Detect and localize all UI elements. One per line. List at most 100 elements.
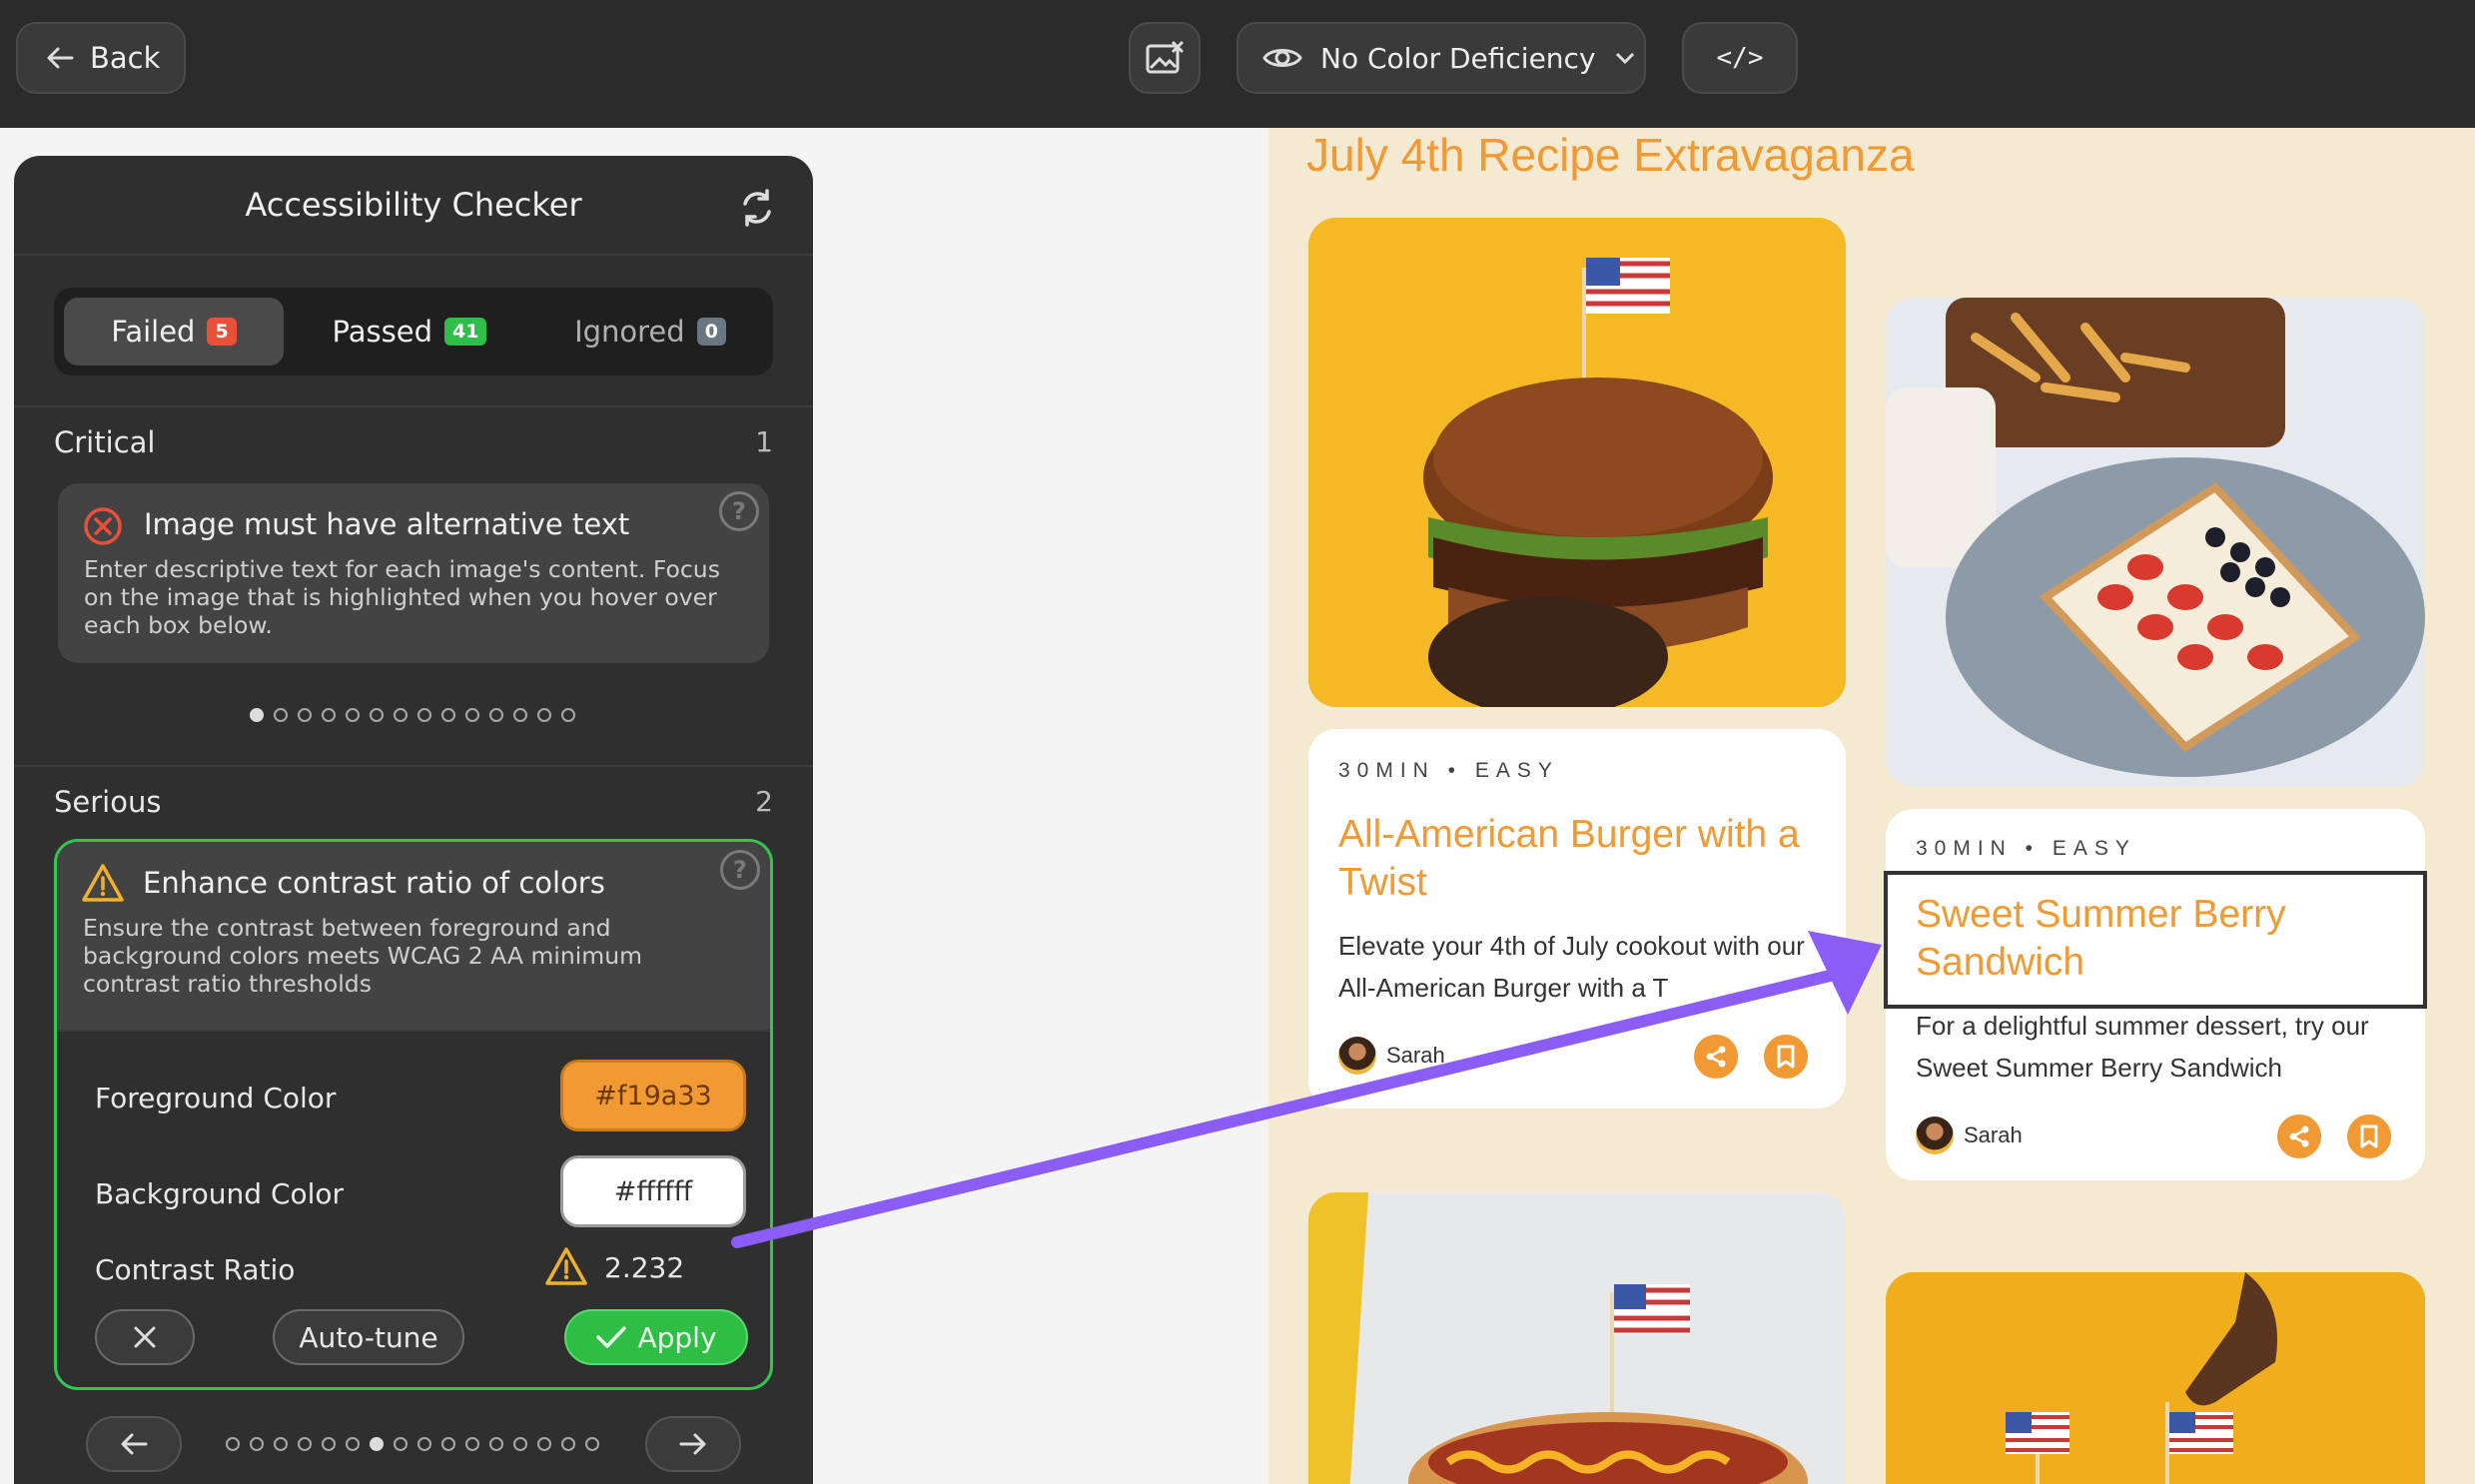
pager-dot[interactable] bbox=[274, 1437, 288, 1451]
bookmark-icon[interactable] bbox=[1764, 1035, 1808, 1079]
burger-photo[interactable] bbox=[1308, 218, 1846, 707]
pager-dot[interactable] bbox=[322, 1437, 336, 1451]
panel-title: Accessibility Checker bbox=[245, 186, 582, 224]
results-tabs: Failed 5 Passed 41 Ignored 0 bbox=[54, 288, 773, 375]
serious-pager-dots bbox=[226, 1437, 599, 1451]
image-toggle-button[interactable] bbox=[1129, 22, 1201, 94]
bookmark-icon[interactable] bbox=[2347, 1114, 2391, 1158]
site-title: July 4th Recipe Extravaganza bbox=[1306, 129, 1915, 181]
recipe-description: For a delightful summer dessert, try our… bbox=[1916, 1011, 2369, 1083]
pager-dot[interactable] bbox=[394, 1437, 408, 1451]
tab-ignored[interactable]: Ignored 0 bbox=[537, 298, 763, 366]
arrow-left-icon bbox=[47, 47, 74, 69]
pager-dot[interactable] bbox=[465, 1437, 479, 1451]
pager-dot[interactable] bbox=[441, 1437, 455, 1451]
pager-dot[interactable] bbox=[441, 708, 455, 722]
code-icon: </> bbox=[1716, 43, 1764, 73]
contrast-issue-header: Enhance contrast ratio of colors Ensure … bbox=[57, 842, 770, 1032]
berry-toast-image bbox=[1886, 298, 2425, 787]
share-icon[interactable] bbox=[2277, 1114, 2321, 1158]
contrast-issue-highlight bbox=[1884, 871, 2427, 1009]
serious-section-label: Serious bbox=[54, 785, 162, 819]
avatar bbox=[1338, 1037, 1376, 1075]
divider bbox=[14, 765, 813, 767]
serious-count: 2 bbox=[755, 785, 773, 818]
tab-failed-label: Failed bbox=[111, 315, 196, 349]
tab-failed[interactable]: Failed 5 bbox=[64, 298, 284, 366]
refresh-icon[interactable] bbox=[737, 188, 777, 228]
pager-dot[interactable] bbox=[417, 1437, 431, 1451]
error-circle-icon bbox=[84, 507, 122, 545]
recipe-card[interactable]: 30MIN • EASY All-American Burger with a … bbox=[1308, 729, 1846, 1109]
pager-dot[interactable] bbox=[561, 708, 575, 722]
hotdog-photo[interactable] bbox=[1308, 1192, 1846, 1484]
dismiss-button[interactable] bbox=[95, 1309, 195, 1365]
pager-dot[interactable] bbox=[370, 708, 384, 722]
berry-toast-photo[interactable] bbox=[1886, 298, 2425, 787]
pager-dot[interactable] bbox=[513, 1437, 527, 1451]
ignored-count-badge: 0 bbox=[696, 318, 726, 346]
previous-issue-button[interactable] bbox=[86, 1416, 182, 1472]
flags-photo[interactable] bbox=[1886, 1272, 2425, 1484]
critical-issue-title: Image must have alternative text bbox=[144, 507, 630, 541]
apply-button[interactable]: Apply bbox=[564, 1309, 748, 1365]
hotdog-image bbox=[1308, 1192, 1846, 1484]
critical-issue-description: Enter descriptive text for each image's … bbox=[84, 555, 720, 639]
image-off-icon bbox=[1146, 40, 1185, 74]
pager-dot[interactable] bbox=[298, 708, 312, 722]
pager-dot[interactable] bbox=[250, 708, 264, 722]
pager-dot[interactable] bbox=[465, 708, 479, 722]
arrow-right-icon bbox=[679, 1433, 706, 1455]
critical-pager-dots bbox=[250, 708, 575, 722]
pager-dot[interactable] bbox=[226, 1437, 240, 1451]
pager-dot[interactable] bbox=[250, 1437, 264, 1451]
back-button[interactable]: Back bbox=[16, 22, 186, 94]
share-glyph-icon bbox=[2289, 1125, 2309, 1147]
share-icon[interactable] bbox=[1694, 1035, 1738, 1079]
pager-dot[interactable] bbox=[394, 708, 408, 722]
critical-count: 1 bbox=[755, 425, 773, 458]
failed-count-badge: 5 bbox=[207, 318, 237, 346]
pager-dot[interactable] bbox=[322, 708, 336, 722]
help-icon[interactable]: ? bbox=[720, 850, 760, 890]
recipe-description: Elevate your 4th of July cookout with ou… bbox=[1338, 931, 1805, 1003]
apply-label: Apply bbox=[637, 1320, 717, 1354]
recipe-author: Sarah bbox=[1916, 1116, 2023, 1154]
color-deficiency-select[interactable]: No Color Deficiency bbox=[1237, 22, 1646, 94]
foreground-color-swatch[interactable]: #f19a33 bbox=[560, 1060, 746, 1131]
tab-ignored-label: Ignored bbox=[574, 315, 685, 349]
pager-dot[interactable] bbox=[346, 708, 360, 722]
pager-dot[interactable] bbox=[537, 708, 551, 722]
pager-dot[interactable] bbox=[561, 1437, 575, 1451]
tab-passed[interactable]: Passed 41 bbox=[300, 298, 519, 366]
flags-image bbox=[1886, 1272, 2425, 1484]
background-color-label: Background Color bbox=[95, 1177, 345, 1210]
contrast-issue-description: Ensure the contrast between foreground a… bbox=[83, 914, 642, 998]
code-view-button[interactable]: </> bbox=[1682, 22, 1798, 94]
pager-dot[interactable] bbox=[346, 1437, 360, 1451]
background-color-swatch[interactable]: #ffffff bbox=[560, 1155, 746, 1227]
warning-triangle-icon bbox=[82, 864, 124, 902]
pager-dot[interactable] bbox=[298, 1437, 312, 1451]
pager-dot[interactable] bbox=[417, 708, 431, 722]
contrast-issue-title: Enhance contrast ratio of colors bbox=[143, 866, 605, 900]
bookmark-glyph-icon bbox=[1777, 1045, 1795, 1069]
pager-dot[interactable] bbox=[513, 708, 527, 722]
next-issue-button[interactable] bbox=[645, 1416, 741, 1472]
critical-section-label: Critical bbox=[54, 425, 156, 459]
critical-issue-card[interactable]: Image must have alternative text Enter d… bbox=[58, 483, 769, 663]
chevron-down-icon bbox=[1615, 52, 1634, 65]
recipe-title[interactable]: All-American Burger with a Twist bbox=[1338, 811, 1838, 907]
help-icon[interactable]: ? bbox=[719, 491, 759, 531]
auto-tune-button[interactable]: Auto-tune bbox=[273, 1309, 464, 1365]
pager-dot[interactable] bbox=[585, 1437, 599, 1451]
arrow-left-icon bbox=[121, 1433, 148, 1455]
pager-dot[interactable] bbox=[489, 708, 503, 722]
pager-dot[interactable] bbox=[274, 708, 288, 722]
divider bbox=[14, 405, 813, 407]
recipe-meta: 30MIN • EASY bbox=[1916, 837, 2136, 860]
pager-dot[interactable] bbox=[489, 1437, 503, 1451]
pager-dot[interactable] bbox=[370, 1437, 384, 1451]
panel-header: Accessibility Checker bbox=[14, 156, 813, 256]
pager-dot[interactable] bbox=[537, 1437, 551, 1451]
